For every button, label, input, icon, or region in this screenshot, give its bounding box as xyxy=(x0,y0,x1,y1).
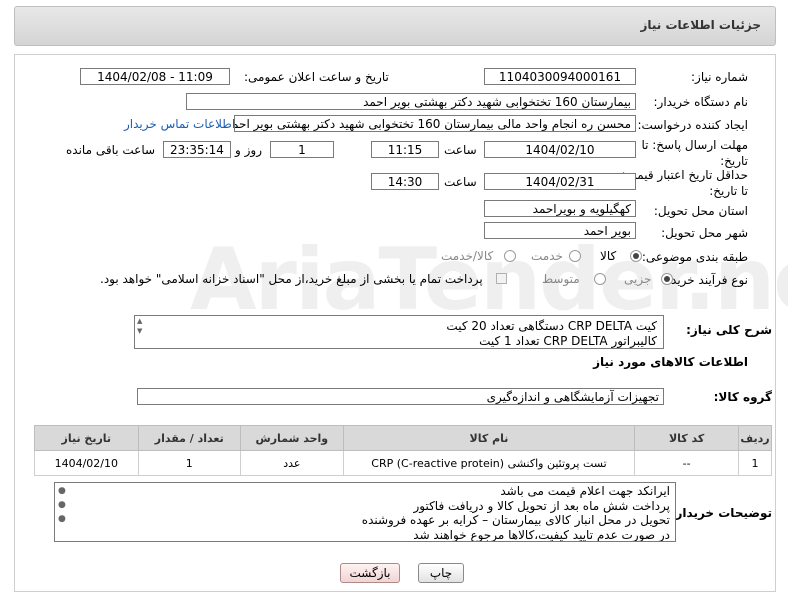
table-header-row: ردیف کد کالا نام کالا واحد شمارش تعداد /… xyxy=(34,425,772,451)
scroll-down-icon[interactable]: ▼ xyxy=(137,327,142,335)
buyer-note-line-4: در صورت عدم تایید کیفیت،کالاها مرجوع خوا… xyxy=(413,527,670,542)
buyer-label: نام دستگاه خریدار: xyxy=(653,95,749,109)
buyer-field[interactable]: بیمارستان 160 تختخوابی شهید دکتر بهشتی ب… xyxy=(186,93,636,110)
cell-quantity: 1 xyxy=(137,450,241,476)
validity-time-label: ساعت xyxy=(444,175,477,189)
deadline-label: مهلت ارسال پاسخ: تا تاریخ: xyxy=(641,138,748,168)
table-row[interactable]: 1 -- تست پروتئین واکنشی (CRP (C-reactive… xyxy=(34,450,772,476)
remaining-time-field[interactable]: 23:35:14 xyxy=(163,141,231,158)
process-radio-medium[interactable] xyxy=(594,273,606,285)
deadline-time-label: ساعت xyxy=(444,143,477,157)
validity-label: حداقل تاریخ اعتبار قیمت: تا تاریخ: xyxy=(621,168,748,198)
description-textarea[interactable]: کیت CRP DELTA دستگاهی تعداد 20 کیت کالیب… xyxy=(134,315,664,349)
cell-row: 1 xyxy=(738,450,772,476)
city-field[interactable]: بویر احمد xyxy=(484,222,636,239)
process-option-partial: جزیی xyxy=(624,272,652,286)
days-field[interactable]: 1 xyxy=(270,141,334,158)
col-name: نام کالا xyxy=(342,425,636,451)
category-option-service: خدمت xyxy=(531,249,563,263)
validity-date-field[interactable]: 1404/02/31 xyxy=(484,173,636,190)
col-date: تاریخ نیاز xyxy=(34,425,139,451)
announce-field[interactable]: 1404/02/08 - 11:09 xyxy=(80,68,230,85)
need-number-field[interactable]: 1104030094000161 xyxy=(484,68,636,85)
creator-label: ایجاد کننده درخواست: xyxy=(637,118,748,132)
goods-table: ردیف کد کالا نام کالا واحد شمارش تعداد /… xyxy=(34,425,772,476)
process-label: نوع فرآیند خرید : xyxy=(663,273,748,287)
buyer-note-line-2: پرداخت شش ماه بعد از تحویل کالا و دریافت… xyxy=(413,498,670,513)
deadline-time-field[interactable]: 11:15 xyxy=(371,141,439,158)
province-field[interactable]: کهگیلویه و بویراحمد xyxy=(484,200,636,217)
need-number-label: شماره نیاز: xyxy=(691,70,748,84)
buyer-note-line-3: تحویل در محل انبار کالای بیمارستان – کرا… xyxy=(361,513,670,527)
print-button[interactable]: چاپ xyxy=(418,563,464,583)
notes-scroll-down-icon[interactable]: ● xyxy=(58,514,66,524)
province-label: استان محل تحویل: xyxy=(653,204,748,218)
days-label: روز و xyxy=(235,143,262,157)
category-radio-both[interactable] xyxy=(504,250,516,262)
header-panel: جزئیات اطلاعات نیاز xyxy=(14,6,776,46)
notes-scroll-thumb-icon[interactable]: ● xyxy=(58,500,66,510)
back-button[interactable]: بازگشت xyxy=(340,563,400,583)
goods-group-field[interactable]: تجهیزات آزمایشگاهی و اندازه‌گیری xyxy=(137,388,664,405)
col-code: کد کالا xyxy=(634,425,740,451)
contact-buyer-link[interactable]: اطلاعات تماس خریدار xyxy=(124,117,235,131)
category-radio-service[interactable] xyxy=(569,250,581,262)
description-line-2: کالیبراتور CRP DELTA تعداد 1 کیت xyxy=(479,334,657,348)
category-option-both: کالا/خدمت xyxy=(441,249,494,263)
creator-field[interactable]: محسن ره انجام واحد مالی بیمارستان 160 تخ… xyxy=(234,115,636,132)
announce-label: تاریخ و ساعت اعلان عمومی: xyxy=(244,70,389,84)
buyer-notes-textarea[interactable]: ایرانکد جهت اعلام قیمت می باشد پرداخت شش… xyxy=(54,482,676,542)
cell-date: 1404/02/10 xyxy=(34,450,139,476)
category-radio-goods[interactable] xyxy=(630,250,642,262)
goods-info-title: اطلاعات کالاهای مورد نیاز xyxy=(593,355,748,369)
description-line-1: کیت CRP DELTA دستگاهی تعداد 20 کیت xyxy=(446,319,657,333)
page-title: جزئیات اطلاعات نیاز xyxy=(640,18,761,32)
category-option-goods: کالا xyxy=(600,249,617,263)
process-option-medium: متوسط xyxy=(542,272,580,286)
city-label: شهر محل تحویل: xyxy=(661,226,748,240)
payment-note: پرداخت تمام یا بخشی از مبلغ خرید،از محل … xyxy=(100,272,483,286)
payment-treasury-checkbox[interactable] xyxy=(496,273,507,284)
category-label: طبقه بندی موضوعی: xyxy=(641,250,748,264)
cell-code: -- xyxy=(634,450,740,476)
validity-time-field[interactable]: 14:30 xyxy=(371,173,439,190)
process-radio-partial[interactable] xyxy=(661,273,673,285)
col-unit: واحد شمارش xyxy=(239,425,344,451)
notes-scroll-up-icon[interactable]: ● xyxy=(58,486,66,496)
description-label: شرح کلی نیاز: xyxy=(686,323,772,337)
scroll-up-icon[interactable]: ▲ xyxy=(137,317,142,325)
buyer-note-line-1: ایرانکد جهت اعلام قیمت می باشد xyxy=(500,484,670,498)
cell-unit: عدد xyxy=(239,450,344,476)
cell-name: تست پروتئین واکنشی (CRP (C-reactive prot… xyxy=(342,450,636,476)
goods-group-label: گروه کالا: xyxy=(713,390,772,404)
col-row: ردیف xyxy=(738,425,772,451)
col-quantity: تعداد / مقدار xyxy=(137,425,241,451)
deadline-date-field[interactable]: 1404/02/10 xyxy=(484,141,636,158)
buyer-notes-label: توضیحات خریدار: xyxy=(670,506,772,520)
remaining-label: ساعت باقی مانده xyxy=(66,143,156,157)
